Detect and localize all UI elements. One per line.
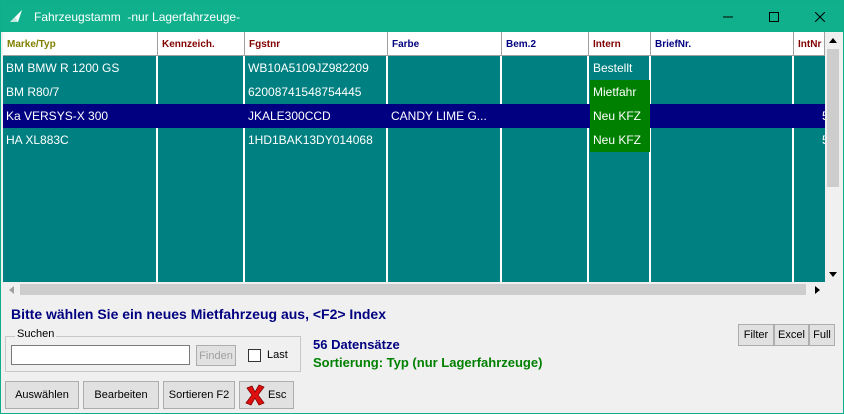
scrollbar-corner [825, 282, 841, 297]
cell-briefnr [651, 80, 792, 104]
horizontal-scrollbar[interactable] [3, 282, 825, 297]
vehicle-grid[interactable]: Marke/Typ Kennzeich. Fgstnr Farbe Bem.2 … [3, 32, 841, 297]
column-header-fgstnr[interactable]: Fgstnr [245, 32, 388, 56]
maximize-icon [769, 11, 779, 22]
cell-farbe [388, 128, 500, 152]
cell-marke-typ: BM BMW R 1200 GS [6, 61, 120, 75]
escape-button-label: Esc [268, 389, 287, 401]
column-header-briefnr[interactable]: BriefNr. [651, 32, 794, 56]
maximize-button[interactable] [751, 1, 797, 32]
cell-marke-typ: BM R80/7 [6, 85, 60, 99]
vehicle-master-window: Fahrzeugstamm -nur Lagerfahrzeuge- Marke… [0, 0, 844, 414]
excel-button[interactable]: Excel [774, 324, 809, 346]
minimize-icon [723, 16, 733, 17]
cell-farbe [388, 80, 500, 104]
cell-kennzeichen [158, 56, 243, 80]
scroll-down-button[interactable] [825, 266, 841, 282]
last-checkbox[interactable] [248, 349, 261, 362]
cell-kennzeichen [158, 104, 243, 128]
search-legend: Suchen [15, 328, 57, 340]
cell-intnr [794, 80, 825, 104]
find-button[interactable]: Finden [196, 345, 236, 366]
cell-marke-typ: Ka VERSYS-X 300 [6, 109, 109, 123]
cell-bem2 [502, 80, 587, 104]
cell-farbe: CANDY LIME G... [391, 109, 487, 123]
red-x-icon [245, 384, 265, 406]
cell-intnr: 5 [794, 104, 825, 128]
table-row[interactable]: HA XL883C 1HD1BAK13DY014068 Neu KFZ 5 [3, 128, 825, 152]
cell-intern: Mietfahr [590, 80, 650, 104]
column-header-intern[interactable]: Intern [589, 32, 651, 56]
scroll-up-button[interactable] [825, 32, 841, 48]
cell-fgstnr: 1HD1BAK13DY014068 [248, 133, 373, 147]
table-row[interactable]: BM R80/7 62008741548754445 Mietfahr [3, 80, 825, 104]
cell-kennzeichen [158, 80, 243, 104]
select-button[interactable]: Auswählen [5, 381, 79, 409]
cell-intern: Bestellt [593, 61, 633, 75]
sort-status: Sortierung: Typ (nur Lagerfahrzeuge) [313, 355, 543, 370]
arrow-left-icon [8, 285, 14, 294]
cell-kennzeichen [158, 128, 243, 152]
table-row[interactable]: BM BMW R 1200 GS WB10A5109JZ982209 Beste… [3, 56, 825, 80]
scroll-left-button[interactable] [3, 282, 19, 297]
cell-briefnr [651, 128, 792, 152]
cell-intern: Neu KFZ [590, 104, 650, 128]
cell-fgstnr: WB10A5109JZ982209 [248, 61, 369, 75]
close-button[interactable] [797, 1, 843, 32]
cell-intnr [794, 56, 825, 80]
cell-farbe [388, 56, 500, 80]
cell-bem2 [502, 128, 587, 152]
cell-intnr: 5 [794, 128, 825, 152]
sort-button[interactable]: Sortieren F2 [163, 381, 235, 409]
last-checkbox-label: Last [267, 349, 288, 361]
full-button[interactable]: Full [809, 324, 835, 346]
edit-button[interactable]: Bearbeiten [83, 381, 159, 409]
column-header-bem2[interactable]: Bem.2 [502, 32, 589, 56]
arrow-down-icon [829, 271, 837, 277]
record-count: 56 Datensätze [313, 337, 400, 352]
arrow-right-icon [814, 285, 820, 294]
cell-fgstnr: 62008741548754445 [248, 85, 362, 99]
table-row[interactable]: Ka VERSYS-X 300 JKALE300CCD CANDY LIME G… [3, 104, 825, 128]
cell-bem2 [502, 56, 587, 80]
cell-bem2 [502, 104, 587, 128]
title-bar: Fahrzeugstamm -nur Lagerfahrzeuge- [1, 1, 843, 32]
column-header-farbe[interactable]: Farbe [388, 32, 502, 56]
instruction-text: Bitte wählen Sie ein neues Mietfahrzeug … [11, 306, 386, 322]
cell-briefnr [651, 104, 792, 128]
vertical-scroll-thumb[interactable] [827, 49, 839, 187]
filter-button[interactable]: Filter [738, 324, 774, 346]
column-header-kennzeichen[interactable]: Kennzeich. [158, 32, 245, 56]
vertical-scrollbar[interactable] [825, 32, 841, 282]
column-header-marke-typ[interactable]: Marke/Typ [3, 32, 158, 56]
search-input[interactable] [11, 345, 190, 365]
scroll-right-button[interactable] [809, 282, 825, 297]
minimize-button[interactable] [705, 1, 751, 32]
grid-header: Marke/Typ Kennzeich. Fgstnr Farbe Bem.2 … [3, 32, 825, 56]
arrow-up-icon [829, 37, 837, 43]
close-icon [815, 11, 825, 22]
escape-button[interactable]: Esc [239, 381, 294, 409]
cell-briefnr [651, 56, 792, 80]
cell-fgstnr: JKALE300CCD [248, 109, 331, 123]
cell-marke-typ: HA XL883C [6, 133, 69, 147]
window-title: Fahrzeugstamm -nur Lagerfahrzeuge- [34, 10, 241, 24]
app-logo-icon [10, 10, 22, 22]
horizontal-scroll-thumb[interactable] [20, 284, 806, 295]
cell-intern: Neu KFZ [590, 128, 650, 152]
column-header-intnr[interactable]: IntNr [794, 32, 825, 56]
